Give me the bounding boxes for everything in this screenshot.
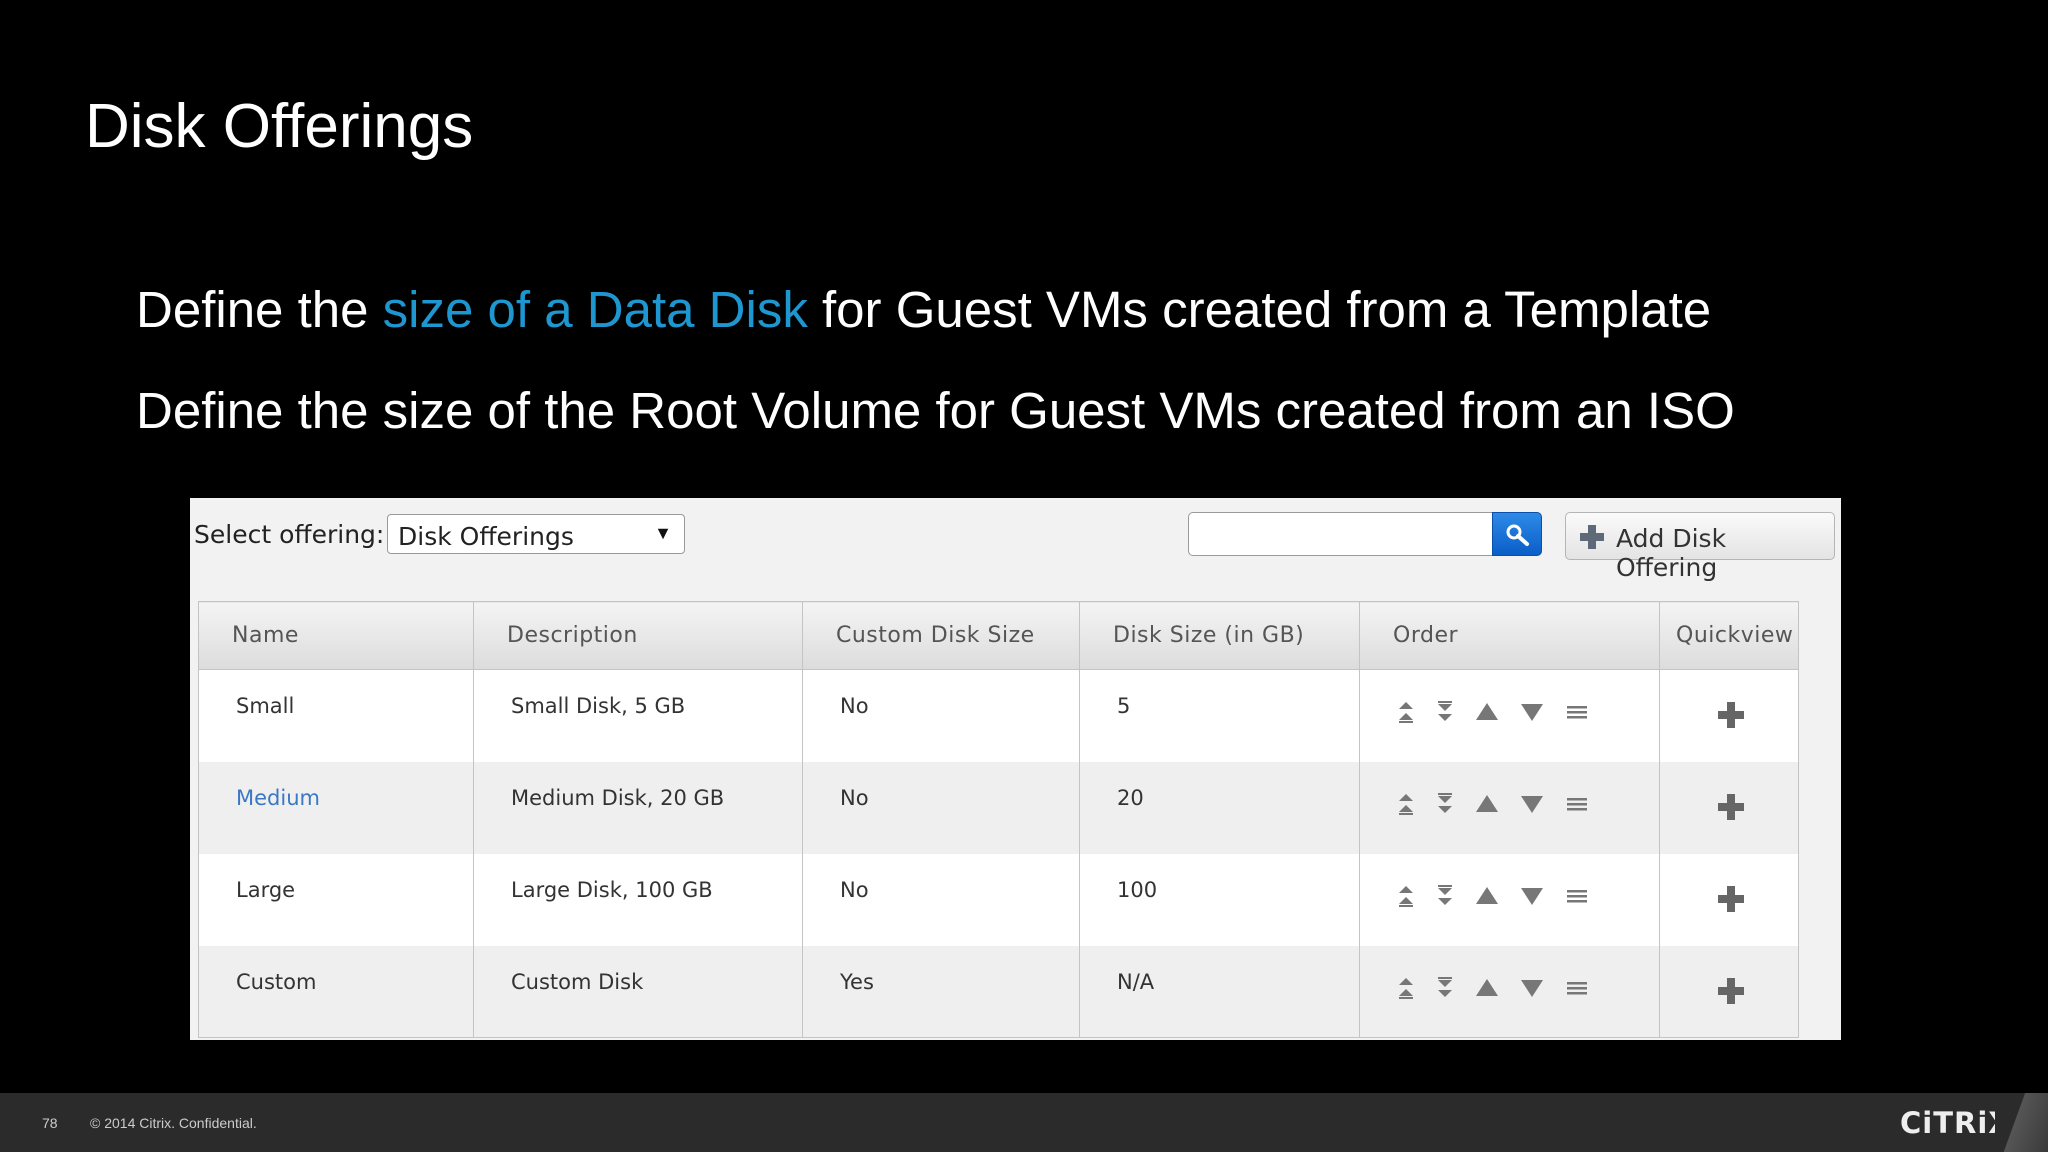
move-up-icon[interactable] xyxy=(1474,792,1500,821)
slide-title: Disk Offerings xyxy=(85,92,474,161)
cell-order xyxy=(1359,669,1660,762)
move-up-icon[interactable] xyxy=(1474,884,1500,913)
cell-custom-disk-size: No xyxy=(802,669,1080,762)
move-down-icon[interactable] xyxy=(1519,792,1545,821)
cell-quickview xyxy=(1659,945,1799,1038)
cell-description: Custom Disk xyxy=(473,945,803,1038)
search-button[interactable] xyxy=(1492,512,1542,556)
column-header-name[interactable]: Name xyxy=(198,601,474,670)
cell-name: Small xyxy=(198,669,474,762)
slide-footer: 78 © 2014 Citrix. Confidential. CiTRiX xyxy=(0,1093,2048,1152)
search-input[interactable] xyxy=(1188,512,1500,556)
column-header-description[interactable]: Description xyxy=(473,601,803,670)
table-row[interactable]: Small Small Disk, 5 GB No 5 xyxy=(198,669,1799,762)
select-offering-label: Select offering: xyxy=(194,520,385,549)
bullet-highlight: size of a Data Disk xyxy=(382,281,808,338)
offerings-table: Name Description Custom Disk Size Disk S… xyxy=(198,601,1799,1038)
cell-quickview xyxy=(1659,853,1799,946)
drag-handle-icon[interactable] xyxy=(1564,976,1590,1005)
move-down-icon[interactable] xyxy=(1519,700,1545,729)
copyright-text: © 2014 Citrix. Confidential. xyxy=(90,1115,257,1131)
cell-order xyxy=(1359,853,1660,946)
move-bottom-icon[interactable] xyxy=(1435,884,1455,913)
cell-order xyxy=(1359,761,1660,854)
drag-handle-icon[interactable] xyxy=(1564,884,1590,913)
cell-name: Large xyxy=(198,853,474,946)
table-header-row: Name Description Custom Disk Size Disk S… xyxy=(198,601,1799,670)
cell-custom-disk-size: Yes xyxy=(802,945,1080,1038)
toolbar: Select offering: Disk Offerings ▼ Add Di… xyxy=(190,498,1841,582)
move-down-icon[interactable] xyxy=(1519,884,1545,913)
bullet-text-start: Define the xyxy=(136,281,383,338)
column-header-custom-disk-size[interactable]: Custom Disk Size xyxy=(802,601,1080,670)
disk-offerings-panel: Select offering: Disk Offerings ▼ Add Di… xyxy=(190,498,1841,1040)
move-top-icon[interactable] xyxy=(1396,976,1416,1005)
cell-quickview xyxy=(1659,761,1799,854)
cell-custom-disk-size: No xyxy=(802,853,1080,946)
move-top-icon[interactable] xyxy=(1396,792,1416,821)
plus-icon[interactable] xyxy=(1716,884,1746,919)
table-row[interactable]: Medium Medium Disk, 20 GB No 20 xyxy=(198,761,1799,854)
cell-disk-size: 5 xyxy=(1079,669,1360,762)
bullet-text-end: for Guest VMs created from a Template xyxy=(807,281,1712,338)
move-up-icon[interactable] xyxy=(1474,976,1500,1005)
cell-description: Medium Disk, 20 GB xyxy=(473,761,803,854)
dropdown-arrow-icon: ▼ xyxy=(654,523,672,543)
cell-custom-disk-size: No xyxy=(802,761,1080,854)
table-row[interactable]: Custom Custom Disk Yes N/A xyxy=(198,945,1799,1038)
move-down-icon[interactable] xyxy=(1519,976,1545,1005)
cell-order xyxy=(1359,945,1660,1038)
cell-name: Custom xyxy=(198,945,474,1038)
column-header-disk-size[interactable]: Disk Size (in GB) xyxy=(1079,601,1360,670)
column-header-quickview: Quickview xyxy=(1659,601,1799,670)
offering-select[interactable]: Disk Offerings ▼ xyxy=(387,514,685,554)
plus-icon xyxy=(1580,525,1604,549)
cell-disk-size: 20 xyxy=(1079,761,1360,854)
cell-description: Large Disk, 100 GB xyxy=(473,853,803,946)
search-icon xyxy=(1506,524,1529,546)
table-row[interactable]: Large Large Disk, 100 GB No 100 xyxy=(198,853,1799,946)
cell-description: Small Disk, 5 GB xyxy=(473,669,803,762)
drag-handle-icon[interactable] xyxy=(1564,792,1590,821)
cell-disk-size: N/A xyxy=(1079,945,1360,1038)
cell-name[interactable]: Medium xyxy=(198,761,474,854)
move-bottom-icon[interactable] xyxy=(1435,976,1455,1005)
page-number: 78 xyxy=(42,1115,58,1131)
move-up-icon[interactable] xyxy=(1474,700,1500,729)
add-disk-offering-button[interactable]: Add Disk Offering xyxy=(1565,512,1835,582)
drag-handle-icon[interactable] xyxy=(1564,700,1590,729)
cell-quickview xyxy=(1659,669,1799,762)
add-disk-offering-label: Add Disk Offering xyxy=(1616,524,1727,582)
offering-select-value: Disk Offerings xyxy=(398,522,574,551)
move-bottom-icon[interactable] xyxy=(1435,700,1455,729)
plus-icon[interactable] xyxy=(1716,792,1746,827)
footer-corner-decoration xyxy=(1995,1093,2048,1152)
column-header-order: Order xyxy=(1359,601,1660,670)
plus-icon[interactable] xyxy=(1716,976,1746,1011)
bullet-data-disk: Define the size of a Data Disk for Guest… xyxy=(136,284,1711,335)
bullet-root-volume: Define the size of the Root Volume for G… xyxy=(136,382,1735,439)
move-top-icon[interactable] xyxy=(1396,884,1416,913)
move-bottom-icon[interactable] xyxy=(1435,792,1455,821)
cell-disk-size: 100 xyxy=(1079,853,1360,946)
plus-icon[interactable] xyxy=(1716,700,1746,735)
move-top-icon[interactable] xyxy=(1396,700,1416,729)
